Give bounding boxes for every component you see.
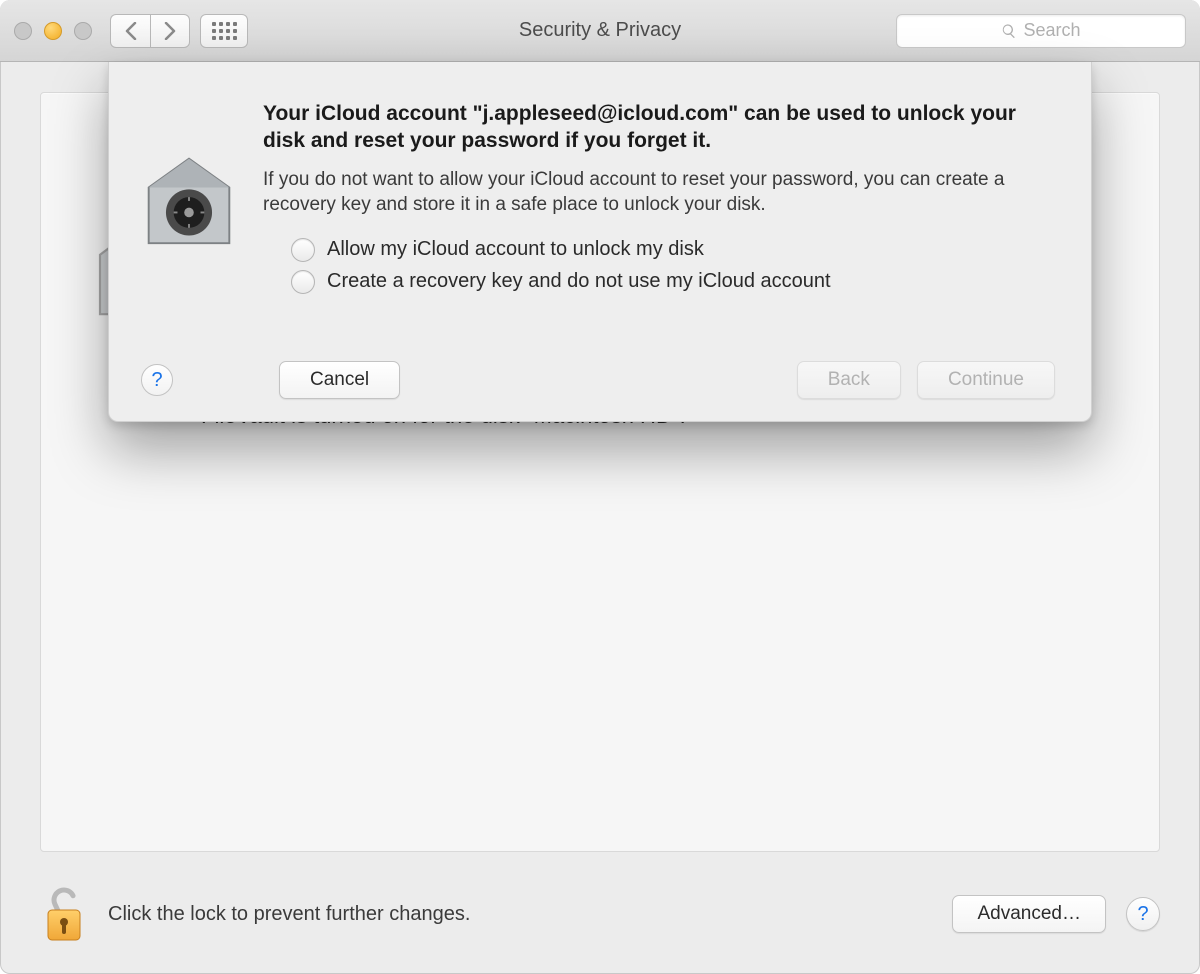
chevron-left-icon	[125, 22, 137, 40]
sheet-heading: Your iCloud account "j.appleseed@icloud.…	[263, 100, 1055, 155]
window-minimize-button[interactable]	[44, 22, 62, 40]
continue-button[interactable]: Continue	[917, 361, 1055, 399]
unlocked-lock-icon[interactable]	[40, 884, 88, 944]
sheet-subtext: If you do not want to allow your iCloud …	[263, 167, 1055, 218]
option-label: Allow my iCloud account to unlock my dis…	[327, 238, 704, 261]
forward-nav-button[interactable]	[150, 14, 190, 48]
option-allow-icloud[interactable]: Allow my iCloud account to unlock my dis…	[291, 238, 1055, 262]
nav-buttons	[110, 14, 190, 48]
search-icon	[1001, 23, 1017, 39]
sheet-options: Allow my iCloud account to unlock my dis…	[291, 238, 1055, 294]
filevault-icon	[141, 100, 237, 302]
preferences-window: Security & Privacy Search FileVault is t…	[0, 0, 1200, 974]
search-placeholder: Search	[1023, 20, 1080, 41]
sheet-help-button[interactable]: ?	[141, 364, 173, 396]
back-button[interactable]: Back	[797, 361, 901, 399]
search-field[interactable]: Search	[896, 14, 1186, 48]
footer-bar: Click the lock to prevent further change…	[0, 854, 1200, 974]
grid-icon	[212, 22, 237, 40]
option-recovery-key[interactable]: Create a recovery key and do not use my …	[291, 270, 1055, 294]
cancel-button[interactable]: Cancel	[279, 361, 400, 399]
titlebar: Security & Privacy Search	[0, 0, 1200, 62]
show-all-button[interactable]	[200, 14, 248, 48]
radio-icon	[291, 270, 315, 294]
lock-hint-text: Click the lock to prevent further change…	[108, 903, 932, 926]
advanced-button[interactable]: Advanced…	[952, 895, 1106, 933]
option-label: Create a recovery key and do not use my …	[327, 270, 831, 293]
traffic-lights	[14, 22, 92, 40]
icloud-recovery-sheet: Your iCloud account "j.appleseed@icloud.…	[108, 62, 1092, 422]
chevron-right-icon	[164, 22, 176, 40]
help-button[interactable]: ?	[1126, 897, 1160, 931]
radio-icon	[291, 238, 315, 262]
window-zoom-button[interactable]	[74, 22, 92, 40]
back-nav-button[interactable]	[110, 14, 150, 48]
window-close-button[interactable]	[14, 22, 32, 40]
